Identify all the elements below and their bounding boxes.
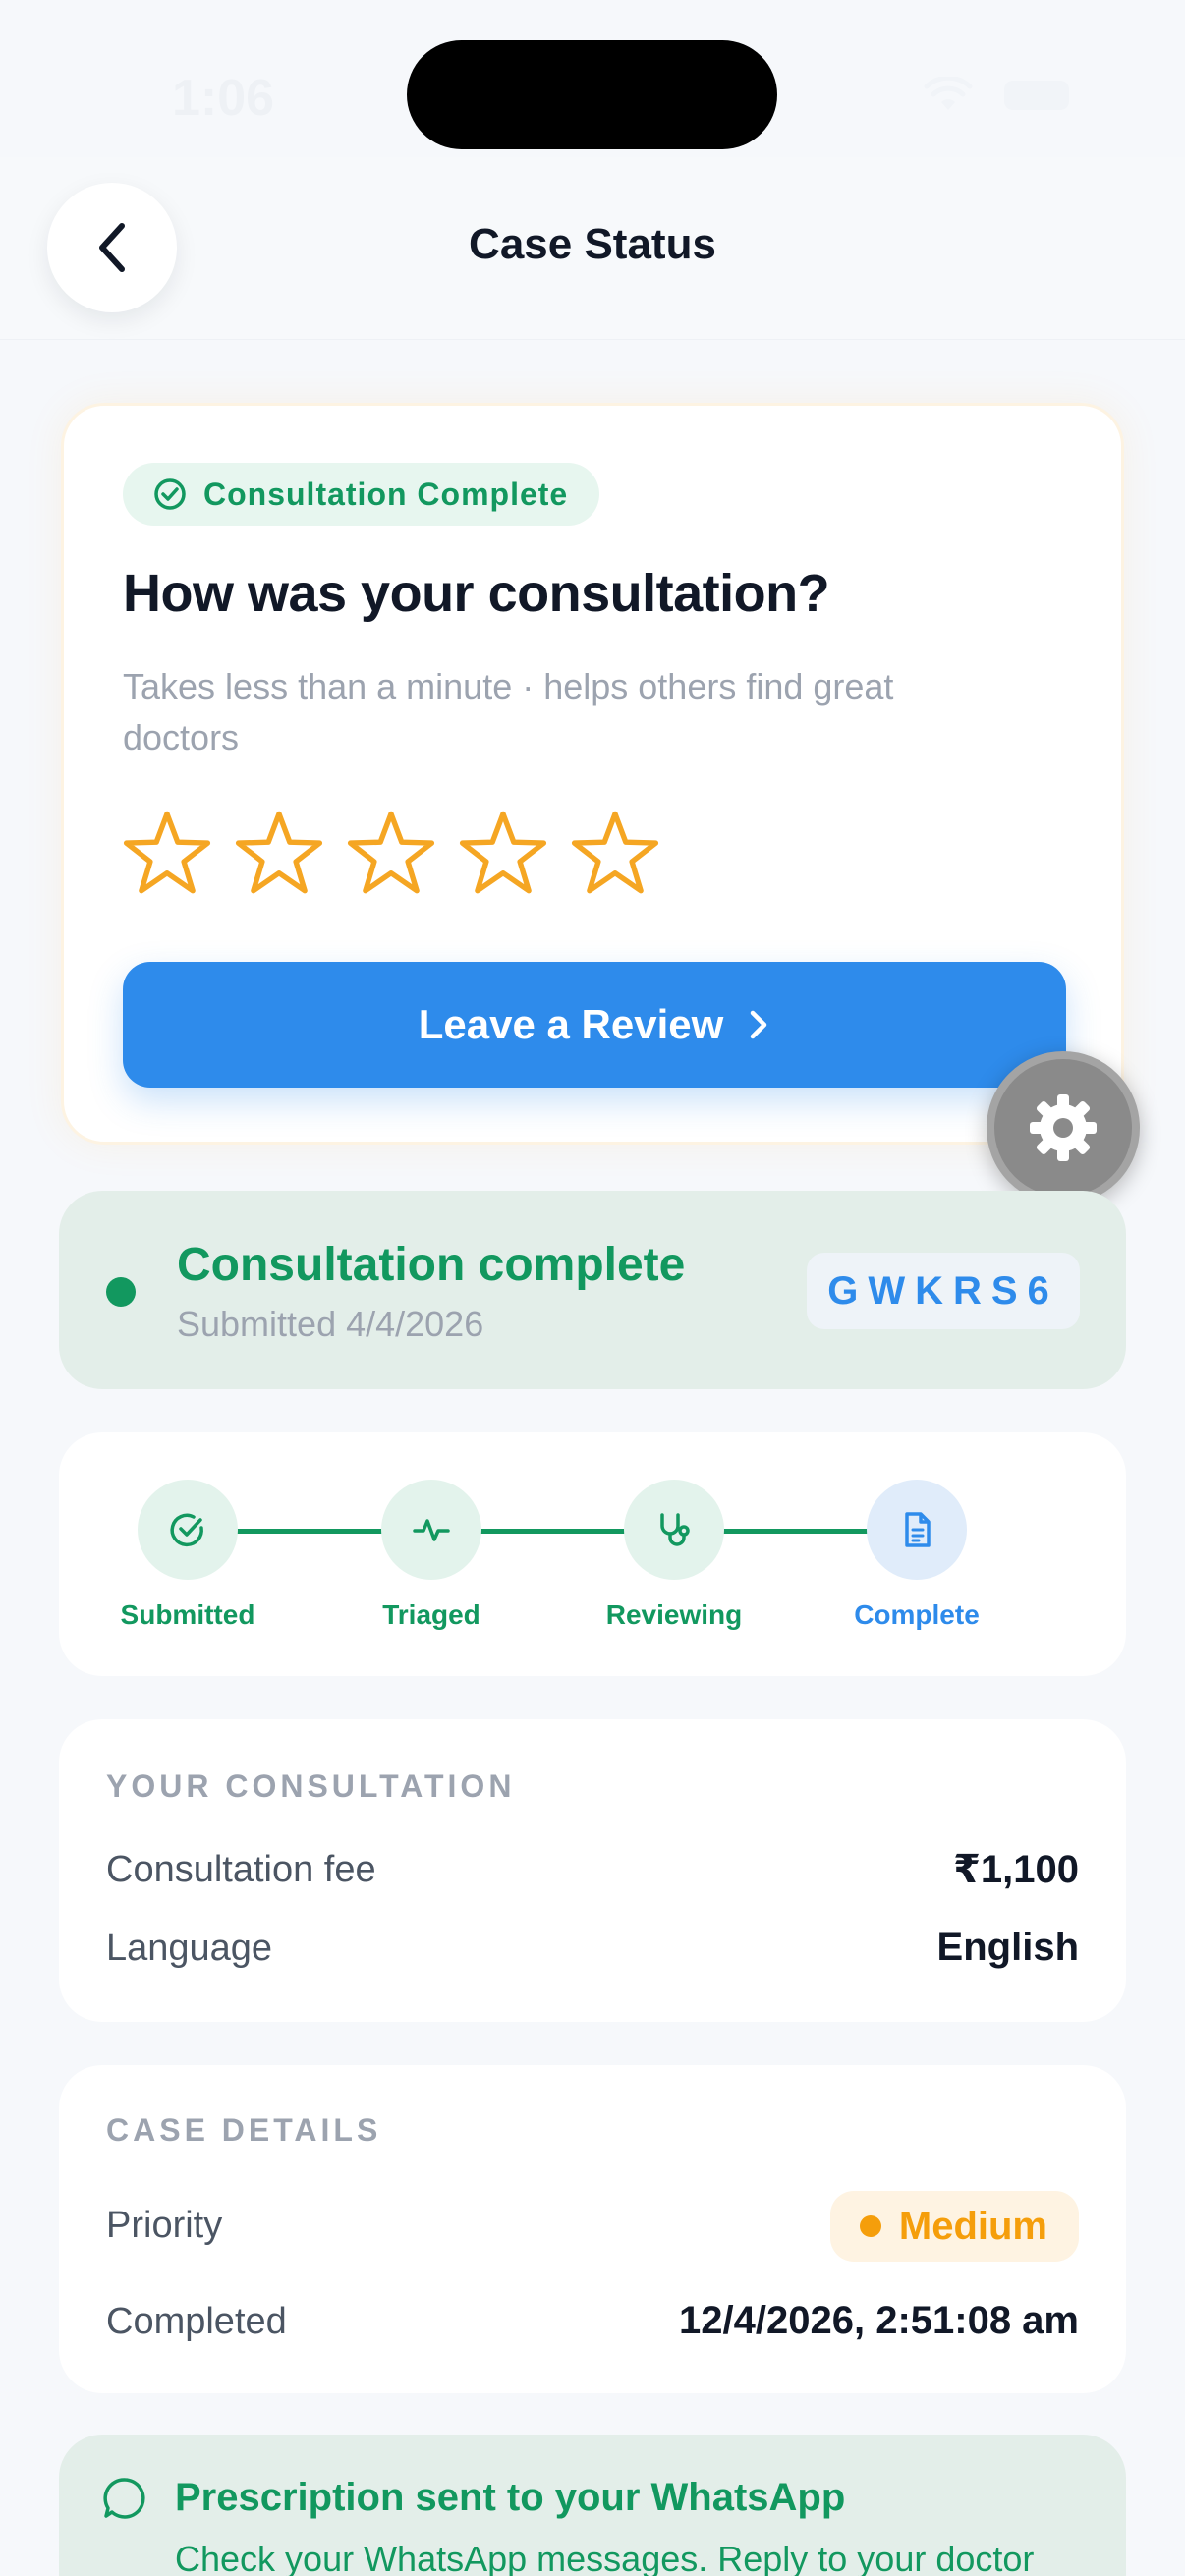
priority-dot [859, 2215, 881, 2237]
step-label: Submitted [120, 1599, 255, 1630]
settings-fab[interactable] [987, 1051, 1140, 1204]
status-dot [106, 1277, 136, 1307]
dynamic-island [407, 40, 777, 149]
priority-badge: Medium [829, 2191, 1079, 2262]
step-icon-circle [624, 1480, 724, 1580]
whatsapp-subtitle: Check your WhatsApp messages. Reply to y… [175, 2539, 1035, 2576]
document-icon [905, 1512, 931, 1547]
review-title: How was your consultation? [123, 564, 830, 623]
check-circle-icon [154, 478, 186, 510]
case-details-card: CASE DETAILS Priority Medium Completed 1… [59, 2065, 1126, 2393]
case-status-screen: 1:06 Case Status Consultation Complete H… [0, 0, 1185, 2576]
priority-label: Priority [106, 2205, 223, 2246]
submitted-date: Submitted 4/4/2026 [177, 1304, 484, 1344]
leave-review-label: Leave a Review [418, 1001, 724, 1047]
consultation-card: YOUR CONSULTATION Consultation fee ₹1,10… [59, 1719, 1126, 2022]
page-title: Case Status [469, 220, 716, 268]
battery-icon [1004, 81, 1069, 110]
gear-icon [1030, 1094, 1097, 1161]
status-summary: Consultation complete Submitted 4/4/2026… [59, 1191, 1126, 1389]
priority-value: Medium [898, 2204, 1047, 2248]
consultation-heading: YOUR CONSULTATION [106, 1768, 516, 1804]
review-card: Consultation Complete How was your consu… [61, 403, 1124, 1145]
wifi-icon [924, 77, 973, 110]
completed-value: 12/4/2026, 2:51:08 am [679, 2299, 1079, 2342]
stethoscope-icon [660, 1513, 690, 1546]
step-icon-circle [138, 1480, 238, 1580]
review-subtitle: Takes less than a minute · helps others … [123, 666, 894, 757]
progress-tracker: Submitted Triaged Reviewing Complete [59, 1432, 1126, 1676]
case-code[interactable]: GWKRS6 [807, 1253, 1080, 1329]
step-submitted: Submitted [89, 1480, 286, 1631]
case-details-heading: CASE DETAILS [106, 2112, 382, 2148]
step-label: Reviewing [605, 1599, 743, 1630]
whatsapp-title: Prescription sent to your WhatsApp [175, 2476, 846, 2519]
step-icon-circle [381, 1480, 481, 1580]
badge-label: Consultation Complete [203, 476, 569, 512]
star-icon[interactable] [459, 809, 547, 897]
chat-bubble-icon [103, 2478, 145, 2519]
star-icon[interactable] [235, 809, 323, 897]
chevron-right-icon [751, 1010, 767, 1039]
consultation-complete-badge: Consultation Complete [123, 463, 600, 526]
step-icon-circle [867, 1480, 967, 1580]
fee-label: Consultation fee [106, 1849, 376, 1890]
header: Case Status [0, 157, 1185, 340]
step-complete: Complete [818, 1480, 1015, 1631]
star-icon[interactable] [123, 809, 211, 897]
step-triaged: Triaged [333, 1480, 530, 1631]
language-value: English [936, 1926, 1079, 1969]
leave-review-button[interactable]: Leave a Review [123, 962, 1066, 1088]
star-rating[interactable] [123, 809, 659, 897]
step-label: Complete [854, 1599, 980, 1630]
status-time: 1:06 [172, 70, 275, 127]
fee-value: ₹1,100 [953, 1848, 1079, 1891]
language-label: Language [106, 1928, 273, 1969]
step-label: Triaged [382, 1599, 480, 1630]
pulse-icon [413, 1519, 450, 1541]
status-title: Consultation complete [177, 1239, 686, 1291]
completed-label: Completed [106, 2301, 287, 2342]
step-reviewing: Reviewing [576, 1480, 772, 1631]
star-icon[interactable] [571, 809, 659, 897]
star-icon[interactable] [347, 809, 435, 897]
check-circle-icon [170, 1513, 203, 1547]
whatsapp-notice: Prescription sent to your WhatsApp Check… [59, 2435, 1126, 2576]
